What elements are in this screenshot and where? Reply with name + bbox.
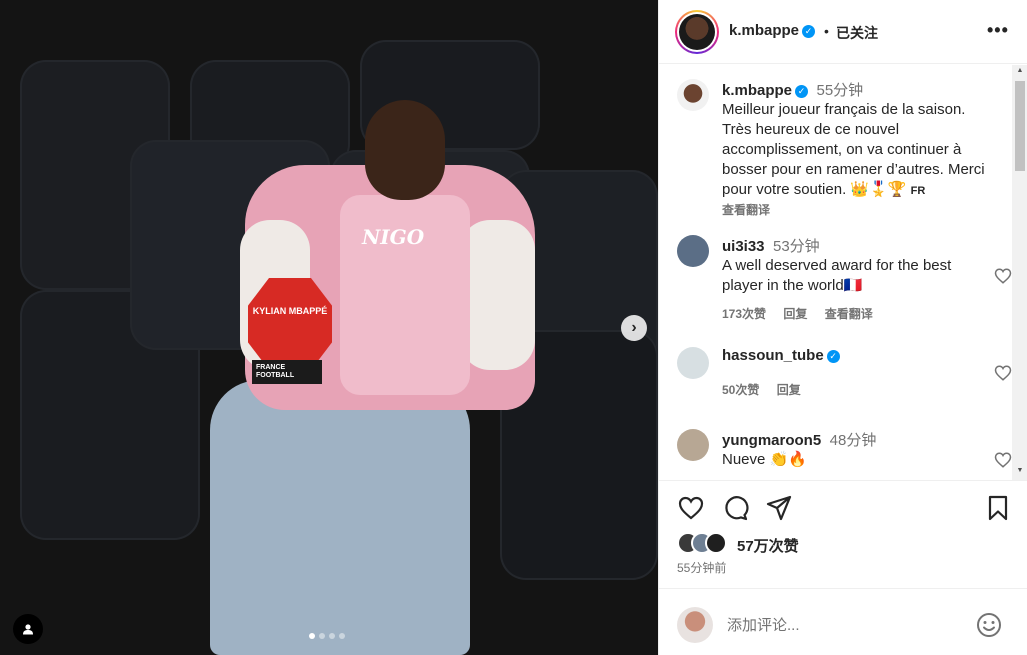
carousel-indicator — [309, 633, 345, 639]
caption-text: Meilleur joueur français de la saison. T… — [722, 101, 985, 198]
jacket-sleeve — [460, 220, 535, 370]
person-head — [365, 100, 445, 200]
verified-badge-icon: ✓ — [826, 350, 840, 363]
save-bookmark-icon[interactable] — [984, 494, 1012, 522]
liked-by-avatars[interactable] — [677, 532, 727, 556]
comment-time: 53分钟 — [772, 238, 820, 255]
chevron-right-icon: › — [631, 319, 637, 336]
comment-username[interactable]: yungmaroon5 — [722, 432, 821, 449]
liker-avatar — [705, 532, 727, 554]
post-side-panel: k.mbappe ✓ • 已关注 ••• k.mbappe ✓ 55分钟 Meill… — [658, 0, 1027, 655]
comment-username[interactable]: hassoun_tube — [722, 347, 824, 364]
verified-badge-icon: ✓ — [795, 85, 809, 98]
like-comment-heart-icon[interactable] — [994, 451, 1012, 469]
like-heart-icon[interactable] — [677, 494, 705, 522]
carousel-dot — [309, 633, 315, 639]
caption-flag: FR — [910, 185, 926, 197]
comment-likes[interactable]: 173次赞 — [722, 307, 766, 321]
trophy-base: FRANCE FOOTBALL — [252, 360, 322, 384]
comment-username[interactable]: ui3i33 — [722, 238, 765, 255]
person-jeans — [210, 380, 470, 655]
add-comment-input[interactable] — [727, 613, 967, 637]
carousel-dot — [329, 633, 335, 639]
jacket-front: NIGO — [340, 195, 470, 395]
carousel-dot — [319, 633, 325, 639]
caption-username[interactable]: k.mbappe — [722, 82, 792, 99]
comment-text: A well deserved award for the best playe… — [722, 257, 952, 294]
trophy-label: KYLIAN MBAPPÉ — [252, 306, 328, 316]
comment-likes[interactable]: 50次赞 — [722, 383, 759, 397]
comment-reply-button[interactable]: 回复 — [777, 383, 801, 397]
comments-scrollbar[interactable]: ▲ ▼ — [1012, 65, 1027, 480]
next-slide-button[interactable]: › — [621, 315, 647, 341]
trophy-base-label: FRANCE FOOTBALL — [256, 364, 295, 379]
scroll-down-arrow-icon[interactable]: ▼ — [1012, 467, 1027, 474]
post-timestamp[interactable]: 55分钟前 — [677, 559, 726, 576]
like-comment-heart-icon[interactable] — [994, 267, 1012, 285]
likes-count[interactable]: 57万次赞 — [737, 535, 799, 556]
jacket-logo: NIGO — [362, 225, 425, 249]
comment-reply-button[interactable]: 回复 — [783, 307, 807, 321]
follow-status-button[interactable]: 已关注 — [836, 23, 878, 43]
add-comment-bar — [659, 588, 1027, 655]
emoji-picker-icon[interactable] — [975, 611, 1003, 639]
share-send-icon[interactable] — [765, 494, 793, 522]
post-actions — [659, 494, 1027, 526]
like-comment-heart-icon[interactable] — [994, 364, 1012, 382]
caption-time: 55分钟 — [816, 82, 864, 99]
current-user-avatar — [677, 607, 713, 643]
trophy: KYLIAN MBAPPÉ — [248, 278, 332, 370]
post-header: k.mbappe ✓ • 已关注 ••• — [659, 0, 1027, 64]
user-icon — [23, 624, 33, 635]
carousel-dot — [339, 633, 345, 639]
comments-list[interactable]: k.mbappe ✓ 55分钟 Meilleur joueur français … — [659, 65, 1027, 481]
separator-dot: • — [824, 23, 829, 39]
more-options-icon[interactable]: ••• — [987, 20, 1009, 41]
caption-translate-link[interactable]: 查看翻译 — [722, 201, 992, 218]
author-username[interactable]: k.mbappe — [729, 22, 799, 39]
caption-avatar[interactable] — [677, 79, 709, 111]
author-avatar[interactable] — [675, 10, 719, 54]
comment-time: 48分钟 — [829, 432, 877, 449]
comment-bubble-icon[interactable] — [721, 494, 749, 522]
comment-avatar[interactable] — [677, 347, 709, 379]
post-photo[interactable]: NIGO KYLIAN MBAPPÉ FRANCE FOOTBALL › — [0, 0, 658, 655]
scroll-up-arrow-icon[interactable]: ▲ — [1012, 67, 1027, 74]
scrollbar-thumb[interactable] — [1015, 81, 1025, 171]
comment-translate-link[interactable]: 查看翻译 — [825, 307, 873, 321]
comment-text: Nueve 👏🔥 — [722, 451, 807, 468]
comment-avatar[interactable] — [677, 235, 709, 267]
comment-avatar[interactable] — [677, 429, 709, 461]
verified-badge-icon: ✓ — [802, 25, 816, 38]
tagged-users-button[interactable] — [13, 614, 43, 644]
